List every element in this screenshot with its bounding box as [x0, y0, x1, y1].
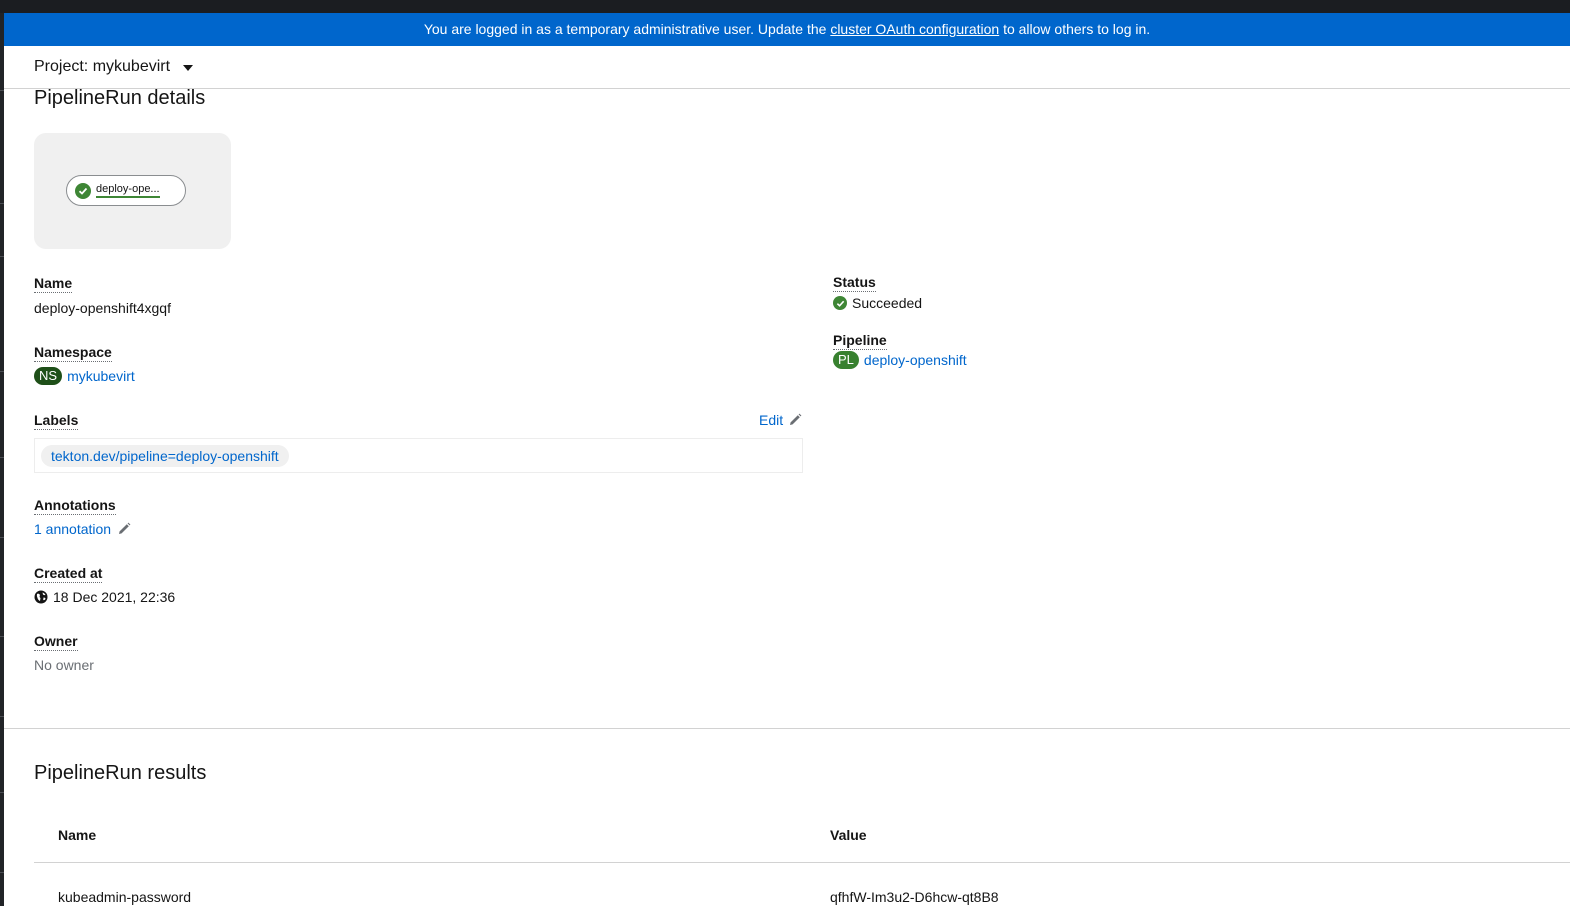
annotations-link[interactable]: 1 annotation	[34, 520, 111, 538]
window-top-strip	[0, 0, 1570, 13]
status-term: Status	[833, 274, 876, 292]
status-value: Succeeded	[833, 294, 922, 312]
result-row-value: qfhfW-Im3u2-D6hcw-qt8B8	[830, 889, 999, 905]
name-term: Name	[34, 275, 73, 293]
namespace-badge: NS	[34, 367, 63, 385]
table-header-border	[34, 862, 1570, 863]
banner-text-after: to allow others to log in.	[1003, 21, 1151, 37]
task-node-label: deploy-ope...	[96, 183, 160, 198]
namespace-value[interactable]: NS mykubevirt	[34, 367, 135, 385]
created-at-term: Created at	[34, 565, 103, 583]
annotations-term: Annotations	[34, 497, 116, 515]
name-value: deploy-openshift4xgqf	[34, 300, 171, 316]
pipeline-link[interactable]: deploy-openshift	[864, 351, 967, 369]
check-circle-icon	[75, 182, 91, 199]
project-label: Project: mykubevirt	[34, 58, 171, 75]
pipeline-run-graph: deploy-ope...	[34, 133, 231, 249]
banner-text-before: You are logged in as a temporary adminis…	[423, 21, 827, 37]
namespace-term: Namespace	[34, 344, 112, 362]
created-at-value: 18 Dec 2021, 22:36	[34, 588, 175, 606]
results-column-name: Name	[58, 827, 97, 843]
pencil-icon	[790, 413, 802, 425]
owner-term: Owner	[34, 633, 78, 651]
labels-term: Labels	[34, 412, 79, 430]
caret-down-icon	[183, 64, 194, 71]
edit-labels-button[interactable]: Edit	[759, 412, 802, 428]
task-node[interactable]: deploy-ope...	[66, 175, 186, 206]
globe-icon	[34, 590, 48, 604]
cluster-oauth-link[interactable]: cluster OAuth configuration	[830, 21, 999, 37]
project-dropdown[interactable]: Project: mykubevirt	[34, 56, 194, 78]
owner-value: No owner	[34, 657, 94, 673]
status-text: Succeeded	[852, 295, 923, 311]
details-title: PipelineRun details	[34, 87, 206, 109]
edit-labels-label: Edit	[759, 412, 784, 428]
results-title: PipelineRun results	[34, 762, 207, 784]
pipeline-badge: PL	[833, 351, 859, 369]
success-icon	[833, 296, 847, 310]
temporary-admin-banner: You are logged in as a temporary adminis…	[4, 13, 1570, 46]
created-at-text: 18 Dec 2021, 22:36	[53, 589, 176, 605]
results-column-value: Value	[830, 827, 867, 843]
pipeline-term: Pipeline	[833, 332, 887, 350]
result-row-name: kubeadmin-password	[58, 889, 192, 905]
main-content: Project: mykubevirt PipelineRun details …	[4, 46, 1570, 906]
section-divider	[4, 728, 1570, 729]
annotations-value[interactable]: 1 annotation	[34, 520, 131, 538]
pipeline-value[interactable]: PL deploy-openshift	[833, 351, 967, 369]
project-bar: Project: mykubevirt	[4, 46, 1570, 89]
labels-list: tekton.dev/pipeline=deploy-openshift	[34, 438, 803, 473]
namespace-link[interactable]: mykubevirt	[67, 367, 135, 385]
pencil-icon	[119, 522, 131, 534]
label-chip[interactable]: tekton.dev/pipeline=deploy-openshift	[41, 445, 289, 467]
